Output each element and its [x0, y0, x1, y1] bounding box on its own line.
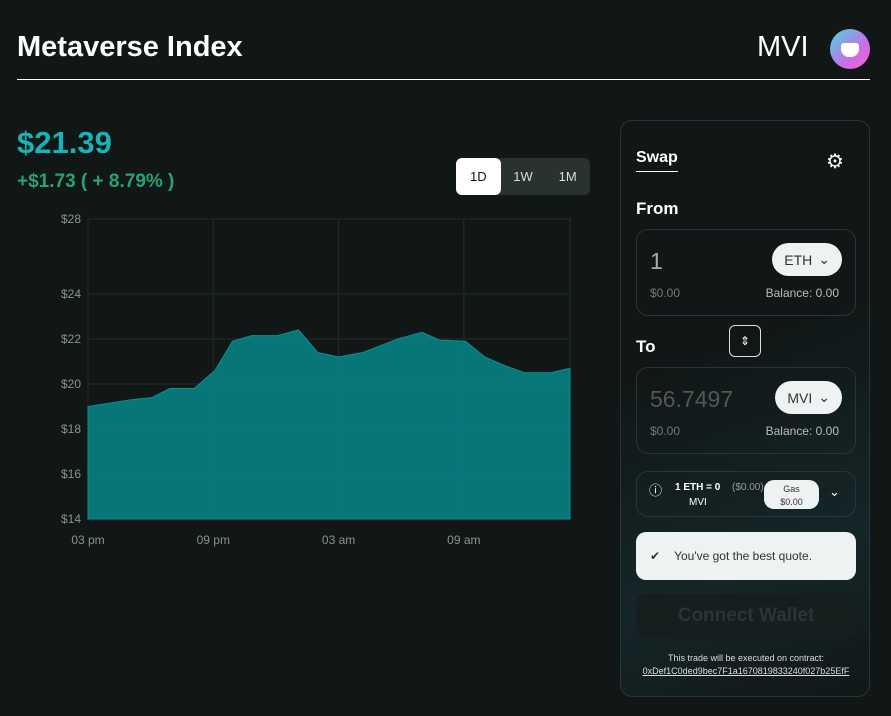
gas-badge: Gas $0.00 [764, 480, 819, 509]
to-token-label: MVI [787, 389, 813, 406]
gas-label: Gas [783, 484, 800, 494]
from-box: 1 ETH ⌄ $0.00 Balance: 0.00 [636, 229, 856, 316]
from-usd: $0.00 [650, 286, 681, 300]
to-balance: Balance: 0.00 [765, 424, 839, 438]
token-symbol: MVI [757, 31, 809, 63]
info-icon: ⓘ [649, 483, 663, 498]
to-box: 56.7497 MVI ⌄ $0.00 Balance: 0.00 [636, 367, 856, 454]
y-tick-label: $20 [61, 377, 81, 391]
best-quote-text: You've got the best quote. [674, 549, 813, 563]
to-amount-input[interactable]: 56.7497 [650, 386, 733, 413]
mvi-logo-icon [830, 29, 870, 69]
price-chart: $14 $16 $18 $20 $22 $24 $28 03 pm 09 pm 03 am 09 a… [61, 212, 571, 547]
from-amount-input[interactable]: 1 [650, 248, 663, 275]
y-tick-label: $22 [61, 332, 81, 346]
rate-row[interactable]: ⓘ 1 ETH = 0 MVI ($0.00) Gas $0.00 ⌄ [636, 471, 856, 517]
period-1m-button[interactable]: 1M [545, 158, 590, 195]
rate-unit: MVI [689, 497, 707, 508]
contract-link[interactable]: 0xDef1C0ded9bec7F1a1670819833240f027b25E… [621, 666, 871, 676]
gas-value: $0.00 [780, 497, 803, 507]
y-tick-label: $16 [61, 467, 81, 481]
check-icon: ✔ [650, 549, 661, 563]
chevron-down-icon: ⌄ [818, 251, 830, 267]
from-label: From [636, 199, 679, 218]
from-token-select[interactable]: ETH ⌄ [772, 243, 842, 276]
page-title: Metaverse Index [17, 31, 243, 63]
swap-panel: Swap ⚙ From 1 ETH ⌄ $0.00 Balance: 0.00 T… [620, 120, 870, 697]
y-tick-label: $28 [61, 212, 81, 226]
gear-icon[interactable]: ⚙ [826, 149, 844, 174]
connect-wallet-button[interactable]: Connect Wallet [636, 594, 856, 638]
x-tick-label: 09 pm [197, 533, 230, 547]
to-label: To [636, 337, 656, 356]
rate-usd: ($0.00) [732, 482, 764, 493]
y-tick-label: $14 [61, 512, 81, 526]
tab-swap[interactable]: Swap [636, 149, 678, 172]
from-token-label: ETH [784, 251, 813, 268]
to-usd: $0.00 [650, 424, 681, 438]
x-tick-label: 03 pm [71, 533, 104, 547]
divider [17, 79, 870, 80]
to-token-select[interactable]: MVI ⌄ [775, 381, 842, 414]
chevron-down-icon: ⌄ [818, 389, 830, 405]
x-tick-label: 09 am [447, 533, 480, 547]
chevron-down-icon[interactable]: ⌄ [829, 484, 840, 500]
best-quote-banner: ✔ You've got the best quote. [636, 532, 856, 580]
contract-note: This trade will be executed on contract: [667, 653, 825, 663]
period-selector: 1D 1W 1M [456, 158, 590, 195]
from-balance: Balance: 0.00 [765, 286, 839, 300]
period-1d-button[interactable]: 1D [456, 158, 501, 195]
price-area [87, 329, 571, 520]
x-tick-label: 03 am [322, 533, 355, 547]
price-change: +$1.73 ( + 8.79% ) [17, 171, 175, 192]
swap-arrows-icon: ⇕ [739, 334, 751, 348]
y-tick-label: $24 [61, 287, 81, 301]
current-price: $21.39 [17, 125, 112, 160]
swap-direction-button[interactable]: ⇕ [729, 325, 761, 357]
period-1w-button[interactable]: 1W [501, 158, 546, 195]
rate-text: 1 ETH = 0 [675, 482, 721, 493]
y-tick-label: $18 [61, 422, 81, 436]
